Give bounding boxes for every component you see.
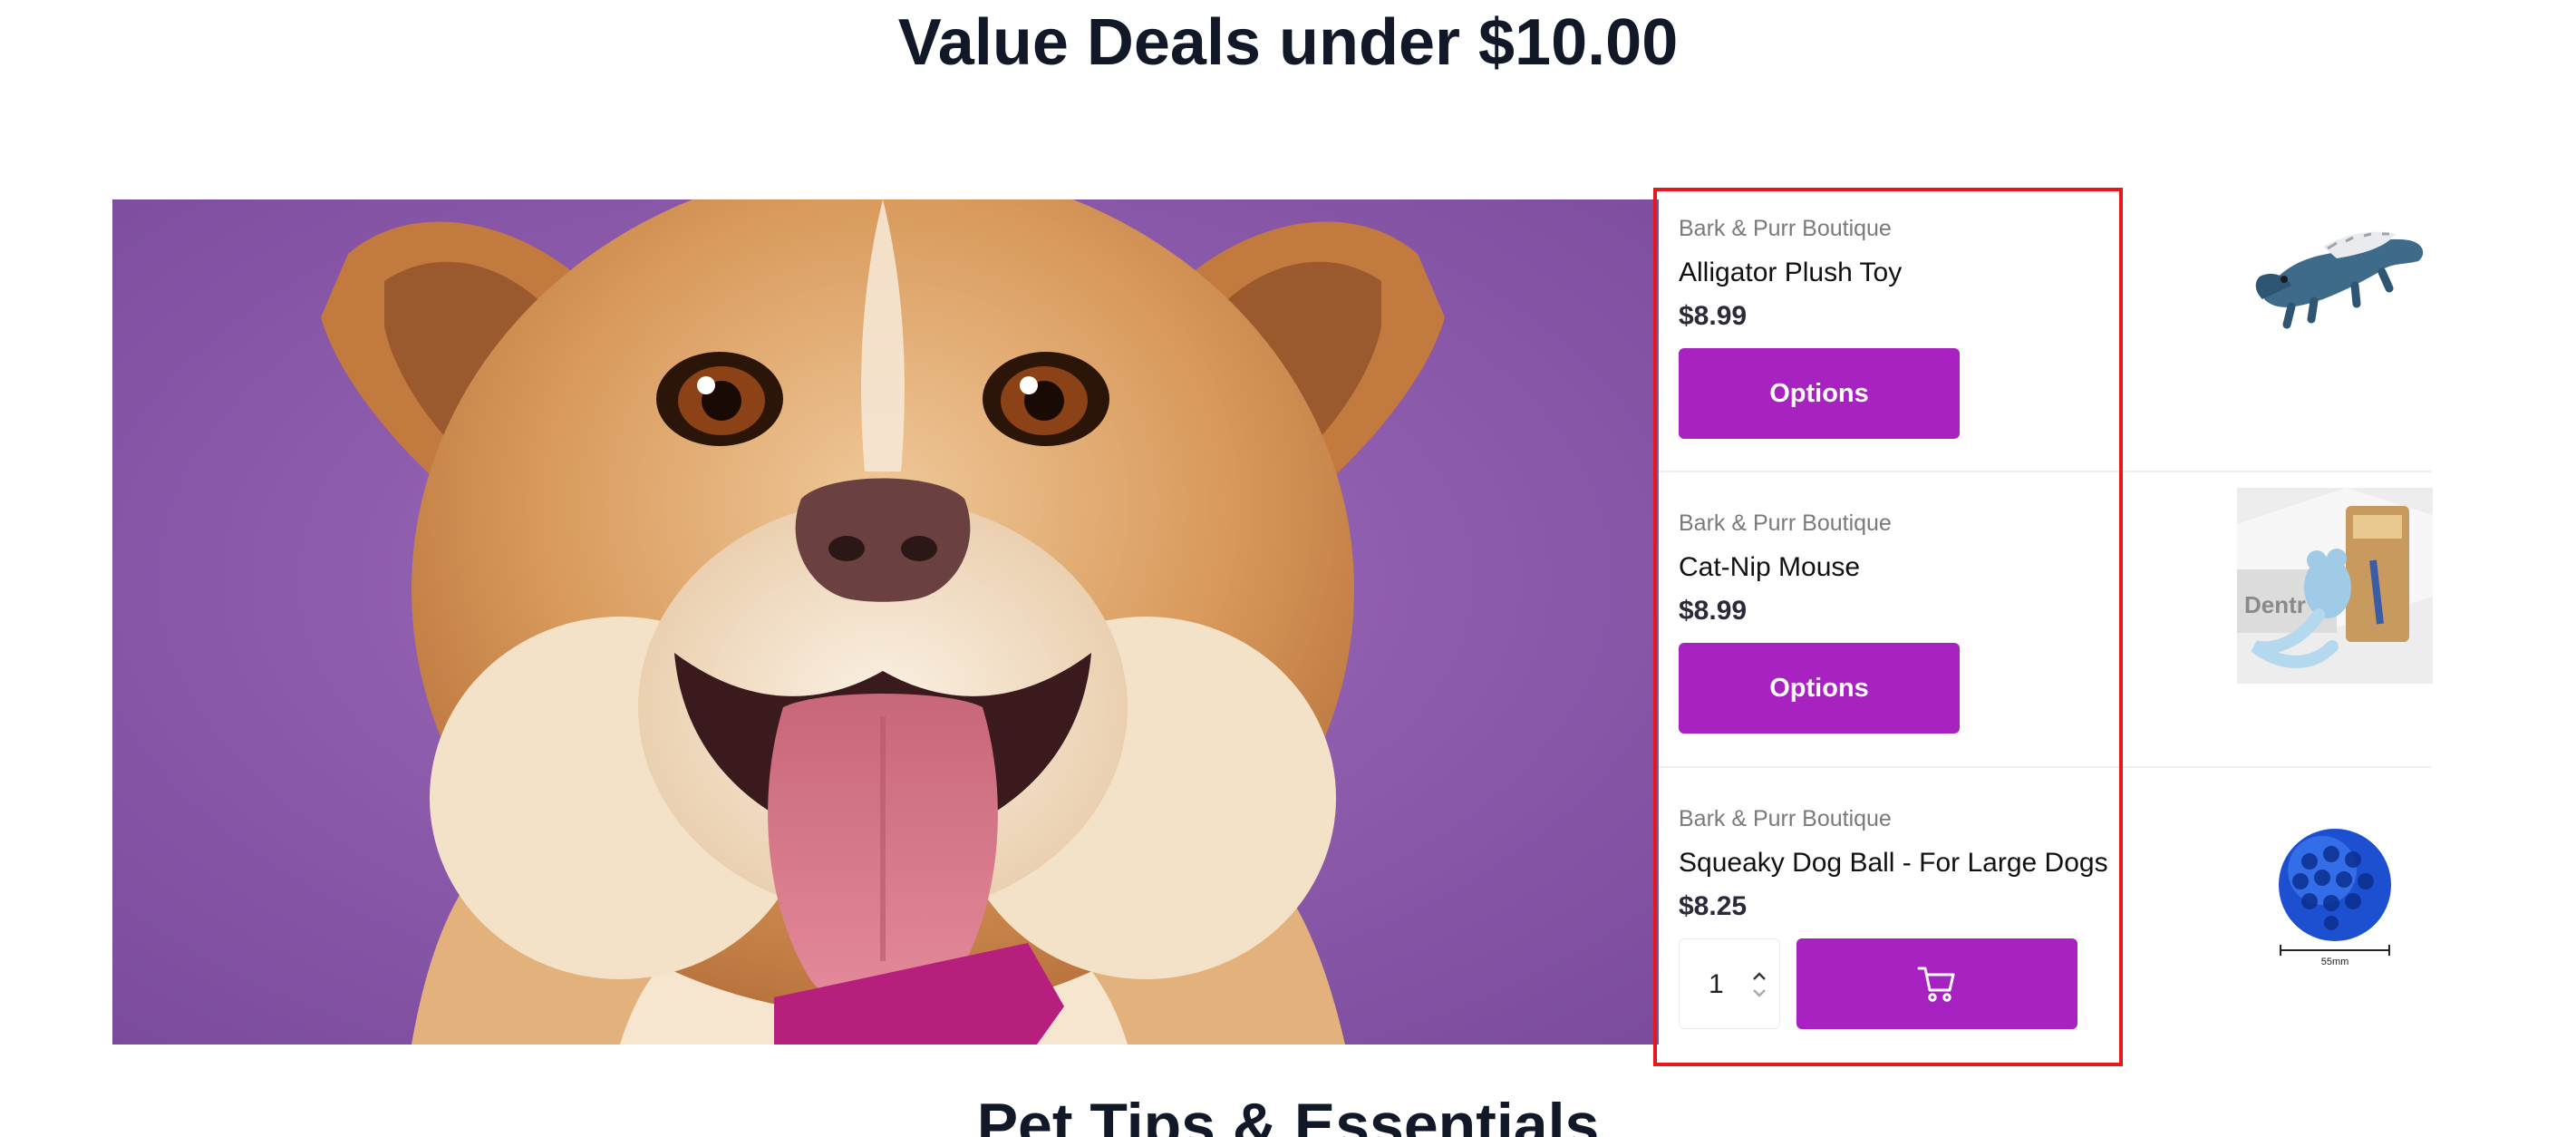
page: Value Deals under $10.00 Bark & Purr Bou… <box>0 0 2576 1137</box>
product-name[interactable]: Squeaky Dog Ball - For Large Dogs <box>1679 846 2108 880</box>
svg-text:Dentr: Dentr <box>2244 591 2306 618</box>
options-button[interactable]: Options <box>1679 348 1960 439</box>
product-price: $8.99 <box>1679 301 1748 331</box>
product-name[interactable]: Alligator Plush Toy <box>1679 256 1902 290</box>
product-image-squeaky-dog-ball[interactable]: 55mm <box>2237 791 2433 986</box>
divider <box>1659 766 2431 768</box>
section-title-value-deals: Value Deals under $10.00 <box>897 6 1679 79</box>
section-title-pet-tips: Pet Tips & Essentials <box>976 1091 1600 1137</box>
add-to-cart-button[interactable] <box>1796 938 2077 1029</box>
product-image-alligator-plush-toy[interactable] <box>2237 163 2433 359</box>
product-price: $8.25 <box>1679 891 1748 921</box>
product-vendor: Bark & Purr Boutique <box>1679 216 1892 241</box>
ball-size-caption: 55mm <box>2321 957 2349 967</box>
hero-dog-image <box>112 199 1659 1045</box>
cart-icon <box>1917 967 1955 1002</box>
stepper-arrows-icon[interactable] <box>1750 968 1768 1001</box>
product-price: $8.99 <box>1679 596 1748 626</box>
options-button[interactable]: Options <box>1679 643 1960 734</box>
product-name[interactable]: Cat-Nip Mouse <box>1679 550 1860 585</box>
product-vendor: Bark & Purr Boutique <box>1679 806 1892 831</box>
product-vendor: Bark & Purr Boutique <box>1679 510 1892 536</box>
quantity-value[interactable]: 1 <box>1709 969 1724 1000</box>
product-image-cat-nip-mouse[interactable]: Dentr <box>2237 488 2433 684</box>
divider <box>1659 471 2431 472</box>
quantity-stepper[interactable]: 1 <box>1679 938 1780 1029</box>
